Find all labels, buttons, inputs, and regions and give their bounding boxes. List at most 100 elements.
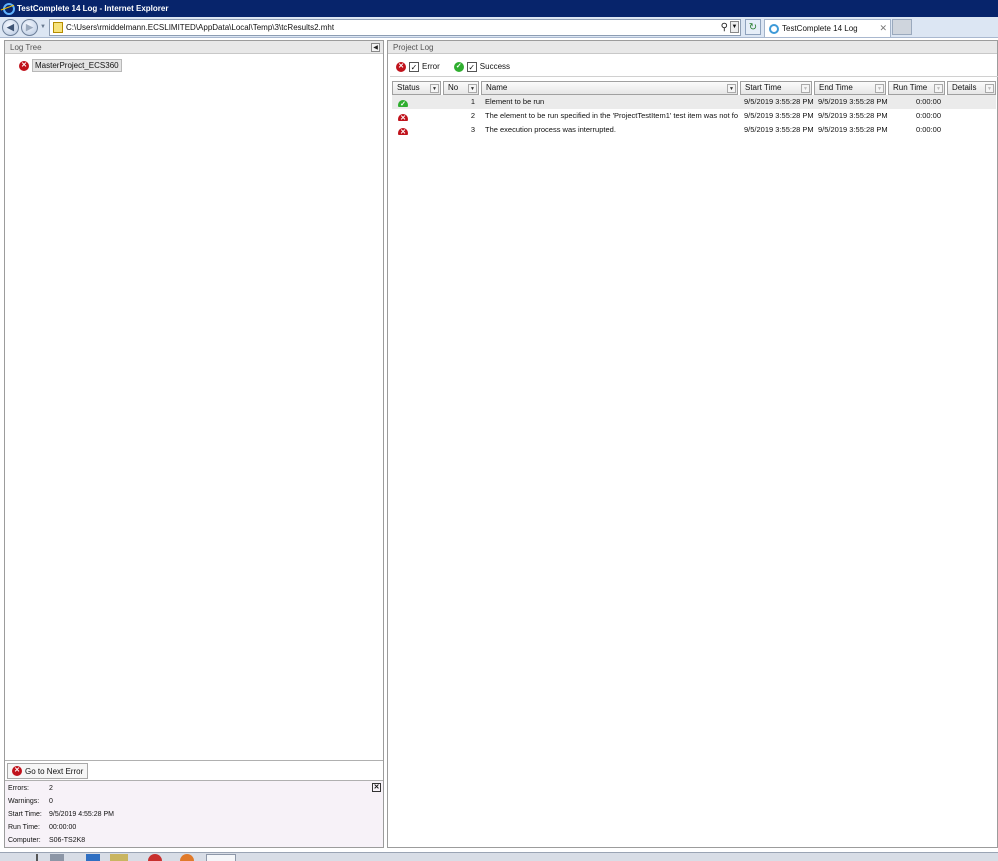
tree-item-label[interactable]: MasterProject_ECS360 (32, 59, 122, 72)
explorer-icon[interactable] (110, 854, 128, 861)
column-header-details[interactable]: Details ▼ (947, 81, 996, 95)
go-to-next-error-label: Go to Next Error (25, 766, 84, 776)
row-run-time: 0:00:00 (915, 97, 941, 106)
success-filter-label: Success (479, 62, 511, 71)
row-name: Element to be run (485, 97, 545, 106)
success-icon: ✓ (453, 61, 464, 72)
summary-row-computer: Computer: S06-TS2K8 (8, 837, 85, 844)
browser-tab[interactable]: TestComplete 14 Log ✕ (764, 19, 891, 37)
project-log-title: Project Log (393, 43, 434, 52)
row-name: The execution process was interrupted. (485, 125, 616, 134)
column-label: Details (952, 83, 977, 92)
row-start-time: 9/5/2019 3:55:28 PM (744, 125, 814, 134)
row-end-time: 9/5/2019 3:55:28 PM (818, 125, 888, 134)
row-end-time: 9/5/2019 3:55:28 PM (818, 97, 888, 106)
column-filter-icon[interactable]: ▼ (727, 84, 736, 93)
app-icon[interactable] (180, 854, 194, 861)
summary-row-errors: Errors: 2 (8, 785, 53, 792)
window-title: TestComplete 14 Log - Internet Explorer (17, 4, 169, 13)
log-summary-panel: ✕ Errors: 2 Warnings: 0 Start Time: 9/5/… (5, 780, 383, 847)
taskbar-separator (36, 854, 38, 861)
tree-item-master-project[interactable]: ✕ MasterProject_ECS360 (19, 59, 122, 72)
new-tab-button[interactable] (892, 19, 912, 35)
row-number: 1 (470, 97, 475, 106)
column-label: Run Time (893, 83, 928, 92)
summary-value: S06-TS2K8 (49, 837, 86, 844)
project-log-panel: Project Log ✕ ✓ Error ✓ ✓ Success Status… (387, 40, 998, 848)
app-icon[interactable] (148, 854, 162, 861)
close-tab-icon[interactable]: ✕ (879, 23, 887, 34)
row-number: 2 (470, 111, 475, 120)
go-to-next-error-button[interactable]: ✕ Go to Next Error (7, 763, 89, 779)
column-filter-icon[interactable]: ▼ (934, 84, 943, 93)
log-tree-header: Log Tree ◀ (5, 41, 383, 54)
close-summary-icon[interactable]: ✕ (372, 783, 381, 792)
error-icon: ✕ (398, 111, 408, 121)
project-log-header: Project Log (388, 41, 997, 54)
compatibility-view-button[interactable]: ↻ (745, 19, 761, 35)
server-manager-icon[interactable] (50, 854, 64, 861)
back-button[interactable]: ◀ (2, 19, 19, 36)
address-text[interactable]: C:\Users\rmiddelmann.ECSLIMITED\AppData\… (66, 23, 334, 32)
grid-header: Status ▼ No ▼ Name ▼ Start Time ▼ End Ti… (392, 81, 996, 95)
forward-button[interactable]: ▶ (21, 19, 38, 36)
column-filter-icon[interactable]: ▼ (875, 84, 884, 93)
error-icon: ✕ (398, 125, 408, 135)
column-header-run-time[interactable]: Run Time ▼ (888, 81, 945, 95)
log-tree-title: Log Tree (10, 43, 42, 52)
error-icon: ✕ (19, 60, 29, 71)
address-field[interactable]: C:\Users\rmiddelmann.ECSLIMITED\AppData\… (49, 19, 741, 36)
table-row[interactable]: ✓ 1 Element to be run 9/5/2019 3:55:28 P… (392, 95, 996, 109)
column-label: End Time (819, 83, 853, 92)
summary-value: 9/5/2019 4:55:28 PM (49, 811, 114, 818)
error-icon: ✕ (12, 766, 22, 776)
summary-value: 0 (49, 798, 53, 805)
column-header-name[interactable]: Name ▼ (481, 81, 738, 95)
column-filter-icon[interactable]: ▼ (985, 84, 994, 93)
success-filter-checkbox[interactable]: ✓ (466, 61, 477, 72)
recent-pages-dropdown-icon[interactable]: ▼ (40, 24, 46, 30)
filter-error[interactable]: ✕ ✓ Error (396, 61, 440, 72)
summary-label: Errors: (8, 785, 29, 792)
summary-row-run-time: Run Time: 00:00:00 (8, 824, 76, 831)
summary-row-start-time: Start Time: 9/5/2019 4:55:28 PM (8, 811, 114, 818)
address-toolbar: ◀ ▶ ▼ C:\Users\rmiddelmann.ECSLIMITED\Ap… (0, 17, 998, 38)
column-header-end-time[interactable]: End Time ▼ (814, 81, 886, 95)
filter-bar: ✕ ✓ Error ✓ ✓ Success (390, 57, 998, 77)
column-label: Status (397, 83, 420, 92)
column-header-start-time[interactable]: Start Time ▼ (740, 81, 812, 95)
row-end-time: 9/5/2019 3:55:28 PM (818, 111, 888, 120)
table-row[interactable]: ✕ 3 The execution process was interrupte… (392, 123, 996, 137)
page-icon (53, 22, 63, 33)
taskbar (0, 852, 998, 861)
error-filter-label: Error (422, 62, 440, 71)
row-number: 3 (470, 125, 475, 134)
summary-value: 00:00:00 (49, 824, 77, 831)
tab-ie-icon (769, 23, 779, 34)
error-icon: ✕ (396, 61, 406, 72)
column-header-no[interactable]: No ▼ (443, 81, 479, 95)
row-name: The element to be run specified in the '… (485, 111, 738, 120)
log-tree-panel: Log Tree ◀ ✕ MasterProject_ECS360 ✕ Go t… (4, 40, 384, 848)
column-header-status[interactable]: Status ▼ (392, 81, 441, 95)
log-grid: Status ▼ No ▼ Name ▼ Start Time ▼ End Ti… (392, 81, 996, 137)
column-filter-icon[interactable]: ▼ (430, 84, 439, 93)
address-dropdown-icon[interactable]: ▼ (730, 21, 739, 33)
summary-label: Computer: (8, 837, 41, 844)
filter-success[interactable]: ✓ ✓ Success (453, 61, 511, 72)
search-icon[interactable]: ⚲ (721, 22, 728, 33)
row-start-time: 9/5/2019 3:55:28 PM (744, 111, 814, 120)
column-filter-icon[interactable]: ▼ (801, 84, 810, 93)
column-label: Start Time (745, 83, 782, 92)
column-filter-icon[interactable]: ▼ (468, 84, 477, 93)
summary-label: Start Time: (8, 811, 42, 818)
table-row[interactable]: ✕ 2 The element to be run specified in t… (392, 109, 996, 123)
row-start-time: 9/5/2019 3:55:28 PM (744, 97, 814, 106)
error-filter-checkbox[interactable]: ✓ (409, 61, 419, 72)
collapse-panel-icon[interactable]: ◀ (371, 43, 380, 52)
summary-label: Run Time: (8, 824, 40, 831)
powershell-icon[interactable] (86, 854, 100, 861)
window-title-bar: TestComplete 14 Log - Internet Explorer (0, 0, 998, 17)
internet-explorer-taskbar-button[interactable] (206, 854, 236, 861)
column-label: Name (486, 83, 508, 92)
